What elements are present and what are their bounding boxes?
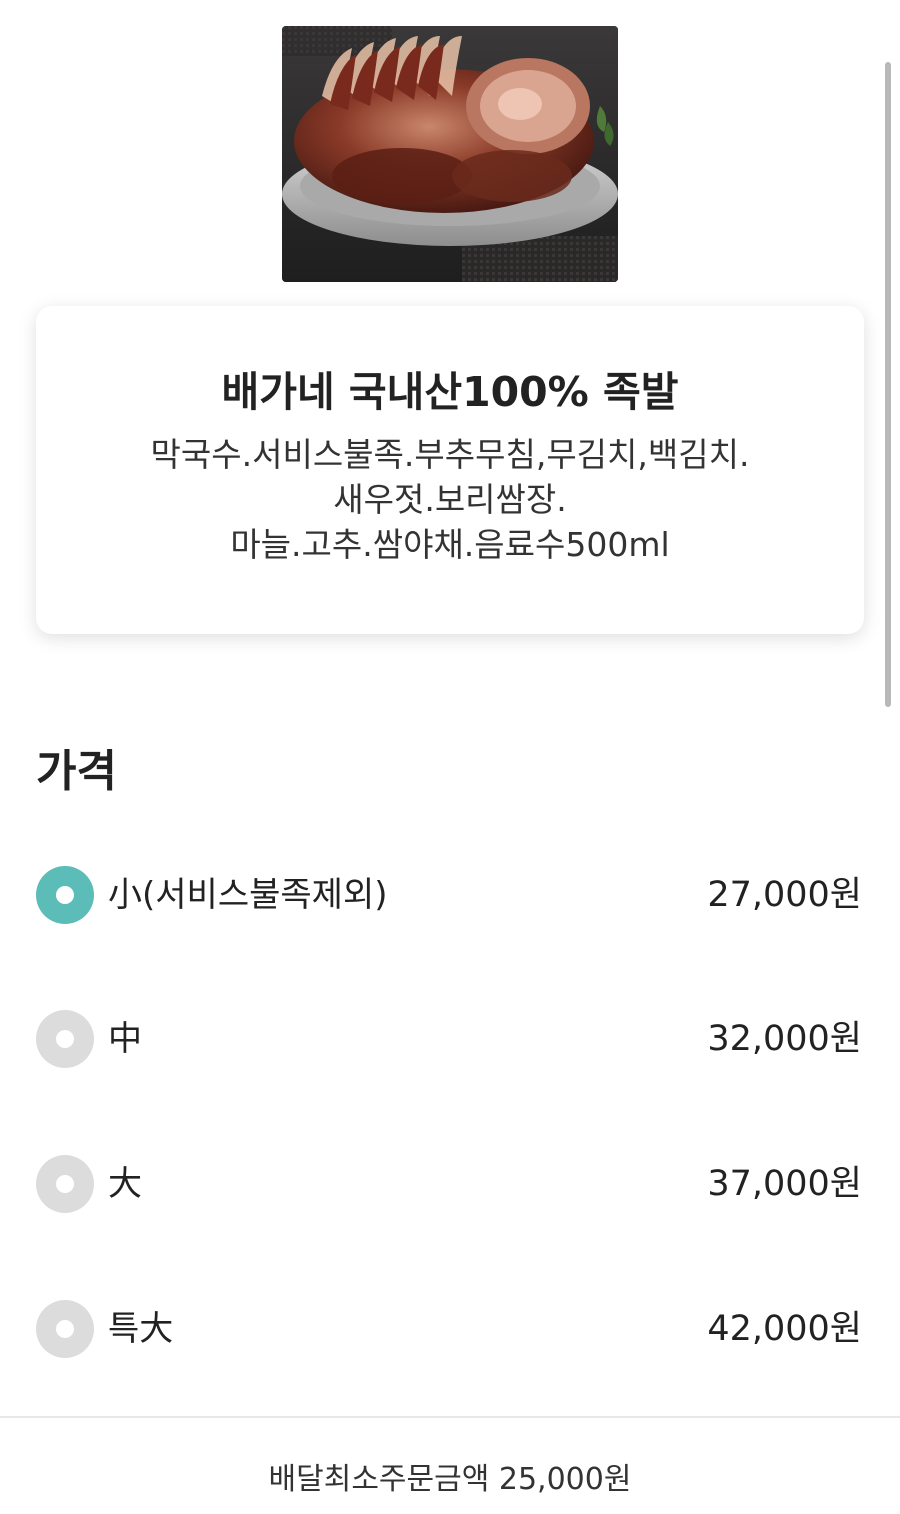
option-label: 大 [108, 1164, 142, 1204]
radio-button-icon[interactable] [36, 1010, 94, 1068]
menu-photo [282, 26, 618, 282]
menu-description-line: 새우젓.보리쌈장. [333, 480, 567, 519]
option-price: 37,000원 [707, 1164, 862, 1204]
option-price: 42,000원 [707, 1309, 862, 1349]
option-label: 小(서비스불족제외) [108, 875, 388, 915]
scrollbar[interactable] [885, 62, 891, 707]
option-label: 특大 [108, 1309, 174, 1349]
radio-button-icon[interactable] [36, 866, 94, 924]
price-option-large[interactable]: 大 37,000원 [36, 1152, 864, 1216]
menu-description-line: 마늘.고추.쌈야채.음료수500ml [230, 525, 670, 564]
menu-description-line: 막국수.서비스불족.부추무침,무김치,백김치. [150, 435, 750, 474]
footer-divider [0, 1416, 900, 1418]
menu-description: 막국수.서비스불족.부추무침,무김치,백김치. 새우젓.보리쌈장. 마늘.고추.… [76, 432, 824, 567]
price-option-medium[interactable]: 中 32,000원 [36, 1007, 864, 1071]
minimum-order-text: 배달최소주문금액 25,000원 [268, 1462, 632, 1497]
option-label: 中 [108, 1019, 142, 1059]
radio-button-icon[interactable] [36, 1300, 94, 1358]
price-option-small[interactable]: 小(서비스불족제외) 27,000원 [36, 863, 864, 927]
option-price: 32,000원 [707, 1019, 862, 1059]
price-section-title: 가격 [36, 746, 117, 797]
menu-title: 배가네 국내산100% 족발 [221, 368, 679, 416]
menu-info-card: 배가네 국내산100% 족발 막국수.서비스불족.부추무침,무김치,백김치. 새… [36, 306, 864, 634]
radio-button-icon[interactable] [36, 1155, 94, 1213]
option-price: 27,000원 [707, 875, 862, 915]
price-option-extra-large[interactable]: 특大 42,000원 [36, 1297, 864, 1361]
